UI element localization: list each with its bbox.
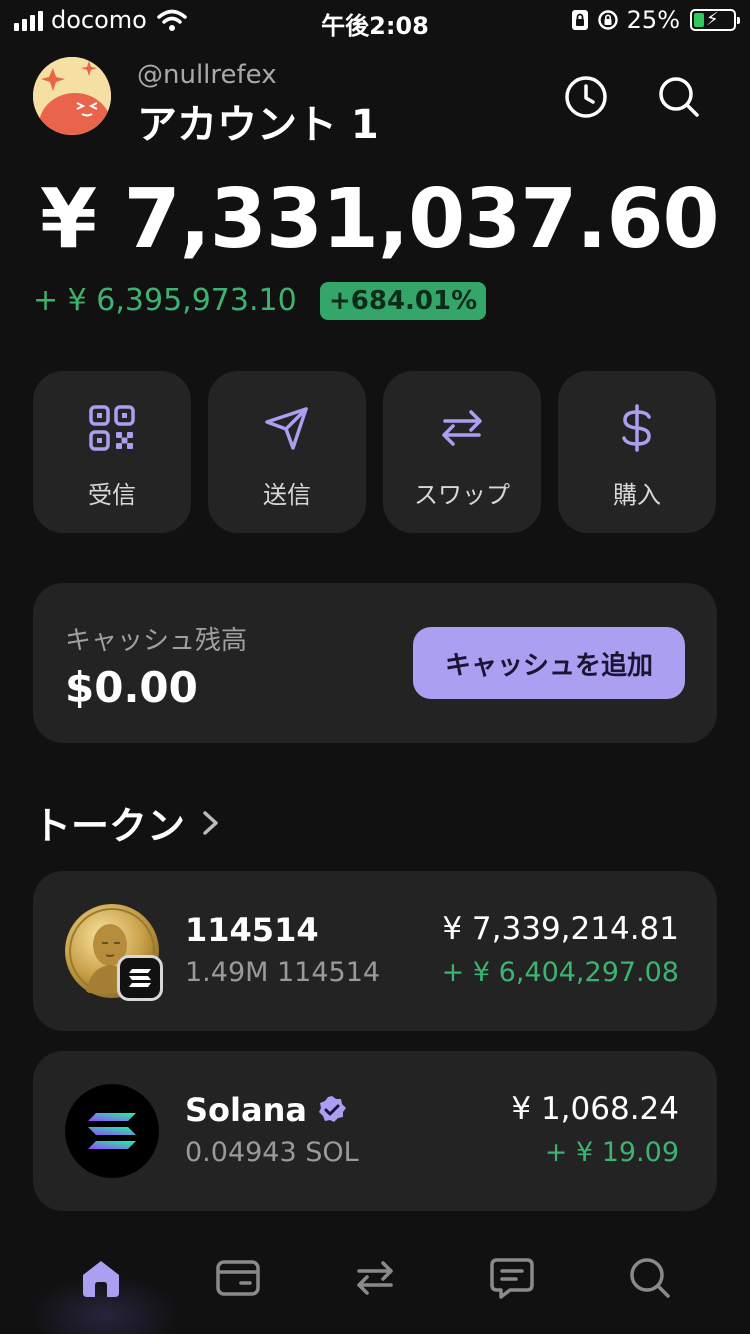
token-amount: 1.49M 114514 xyxy=(185,957,381,988)
cash-balance-label: キャッシュ残高 xyxy=(65,626,248,656)
balance-change-amount: + ¥ 6,395,973.10 xyxy=(33,283,297,318)
swap-label: スワップ xyxy=(414,481,510,509)
swap-icon[interactable] xyxy=(350,1253,400,1303)
receive-label: 受信 xyxy=(88,481,136,509)
token-change: + ¥ 19.09 xyxy=(544,1137,679,1168)
token-name-group: Solana xyxy=(185,1091,347,1129)
swap-icon xyxy=(442,410,482,446)
token-name: Solana xyxy=(185,1091,307,1129)
account-name[interactable]: アカウント 1 xyxy=(137,92,379,150)
send-icon xyxy=(265,407,308,450)
token-row-solana[interactable]: Solana 0.04943 SOL ¥ 1,068.24 + ¥ 19.09 xyxy=(33,1051,717,1211)
solana-logo-icon xyxy=(65,1084,159,1178)
token-value: ¥ 1,068.24 xyxy=(511,1091,679,1127)
username[interactable]: @nullrefex xyxy=(137,60,277,90)
chat-icon[interactable] xyxy=(487,1253,537,1303)
battery-percent: 25% xyxy=(626,6,680,34)
search-icon[interactable] xyxy=(655,73,703,121)
swap-button[interactable]: スワップ xyxy=(383,371,541,533)
receive-button[interactable]: 受信 xyxy=(33,371,191,533)
cash-balance-card: キャッシュ残高 $0.00 キャッシュを追加 xyxy=(33,583,717,743)
send-label: 送信 xyxy=(263,481,311,509)
action-buttons: 受信 送信 スワップ 購入 xyxy=(33,371,717,533)
solana-chain-badge-icon xyxy=(117,955,163,1001)
battery-icon: ⚡ xyxy=(690,9,740,31)
portrait-lock-icon xyxy=(571,10,588,30)
dollar-icon xyxy=(622,404,651,452)
history-icon[interactable] xyxy=(562,73,610,121)
bottom-navigation xyxy=(0,1235,750,1334)
token-change: + ¥ 6,404,297.08 xyxy=(441,957,679,988)
token-row-114514[interactable]: 114514 1.49M 114514 ¥ 7,339,214.81 + ¥ 6… xyxy=(33,871,717,1031)
qr-code-icon xyxy=(89,405,135,451)
add-cash-button[interactable]: キャッシュを追加 xyxy=(413,627,685,699)
home-icon[interactable] xyxy=(76,1253,126,1303)
tokens-heading: トークン xyxy=(33,804,186,848)
buy-button[interactable]: 購入 xyxy=(558,371,716,533)
search-icon[interactable] xyxy=(625,1253,675,1303)
wallet-icon[interactable] xyxy=(213,1253,263,1303)
send-button[interactable]: 送信 xyxy=(208,371,366,533)
token-value: ¥ 7,339,214.81 xyxy=(442,911,679,947)
status-bar: docomo 午後2:08 25% ⚡ xyxy=(0,0,750,40)
chevron-right-icon xyxy=(203,810,218,835)
rotation-lock-icon xyxy=(597,10,618,30)
verified-badge-icon xyxy=(318,1096,346,1122)
tokens-section-link[interactable]: トークン xyxy=(33,795,223,850)
buy-label: 購入 xyxy=(613,481,661,509)
balance-change-percent-badge: +684.01% xyxy=(320,282,487,320)
avatar[interactable] xyxy=(33,57,111,135)
total-balance: ¥ 7,331,037.60 xyxy=(40,172,720,267)
cash-balance-value: $0.00 xyxy=(65,663,198,712)
token-amount: 0.04943 SOL xyxy=(185,1137,359,1168)
token-name: 114514 xyxy=(185,911,319,949)
avatar-image xyxy=(33,57,111,135)
